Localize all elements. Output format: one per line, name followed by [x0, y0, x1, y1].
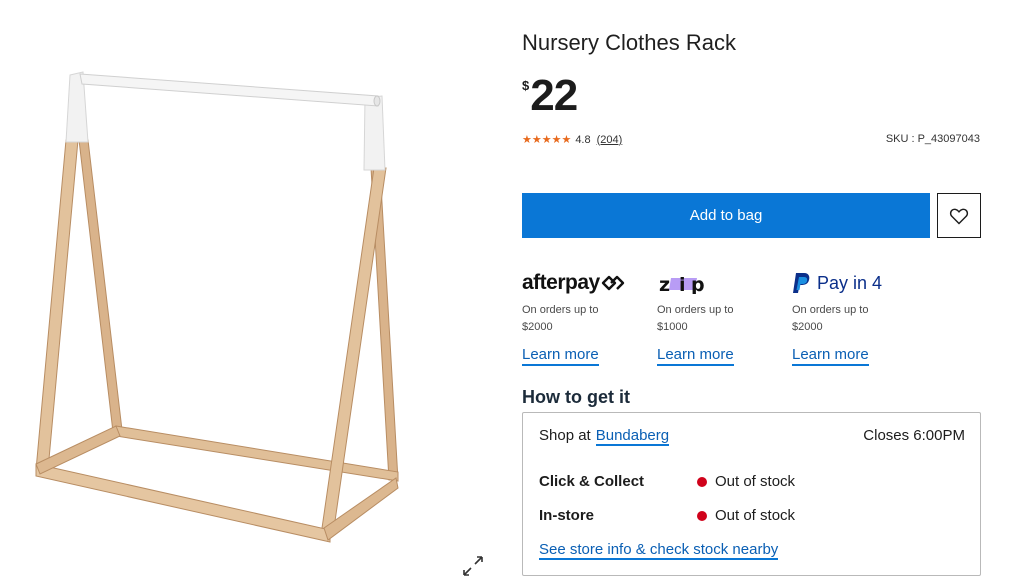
svg-text:p: p	[691, 274, 705, 294]
paypal-learn-more-link[interactable]: Learn more	[792, 346, 869, 366]
in-store-status: Out of stock	[697, 507, 795, 524]
shop-at-row: Shop at Bundaberg	[539, 427, 670, 446]
payment-afterpay: afterpay On orders up to $2000 Learn mor…	[522, 268, 662, 366]
expand-image-button[interactable]	[461, 554, 485, 578]
product-image	[35, 71, 399, 543]
svg-text:z: z	[659, 274, 670, 294]
zip-logo: z i p zip	[657, 268, 797, 298]
store-info-link[interactable]: See store info & check stock nearby	[539, 541, 779, 560]
expand-icon	[463, 556, 483, 576]
click-collect-status-text: Out of stock	[715, 473, 796, 490]
fulfilment-box: Shop at Bundaberg Closes 6:00PM Click & C…	[522, 412, 981, 576]
star-icon: ★★★★★	[522, 134, 572, 146]
svg-text:i: i	[679, 274, 686, 294]
heart-icon	[949, 208, 969, 225]
fulfilment-heading: How to get it	[522, 387, 630, 407]
price-amount: 22	[530, 71, 578, 120]
in-store-status-text: Out of stock	[715, 507, 796, 524]
paypal-icon	[793, 273, 810, 293]
store-closing-time: Closes 6:00PM	[863, 427, 965, 444]
add-to-bag-button[interactable]: Add to bag	[522, 193, 930, 238]
in-store-label: In-store	[539, 507, 595, 524]
zip-limit: On orders up to $1000	[657, 304, 734, 333]
price-currency: $	[522, 78, 530, 93]
out-of-stock-dot-icon	[697, 510, 707, 521]
afterpay-limit: On orders up to $2000	[522, 304, 599, 333]
payment-paypal: Pay in 4 On orders up to $2000 Learn mor…	[792, 268, 932, 366]
out-of-stock-dot-icon	[697, 476, 707, 487]
rating-score: 4.8	[575, 133, 591, 146]
zip-logo-mark-icon: z i p	[659, 274, 705, 294]
product-price: $ 22	[522, 71, 578, 120]
store-link[interactable]: Bundaberg	[595, 427, 670, 446]
product-title: Nursery Clothes Rack	[522, 30, 736, 55]
review-count-link[interactable]: (204)	[597, 134, 623, 146]
click-collect-status: Out of stock	[697, 473, 795, 490]
afterpay-logo: afterpay	[522, 268, 662, 298]
paypal-logo: Pay in 4	[792, 268, 932, 298]
paypal-limit: On orders up to $2000	[792, 304, 869, 333]
product-sku: SKU : P_43097043	[885, 133, 980, 145]
afterpay-arrows-icon	[601, 275, 624, 291]
product-rating: ★★★★★ 4.8 (204)	[522, 133, 623, 147]
click-collect-label: Click & Collect	[539, 473, 645, 490]
afterpay-learn-more-link[interactable]: Learn more	[522, 346, 599, 366]
wishlist-button[interactable]	[937, 193, 981, 238]
product-image-gallery	[0, 0, 500, 582]
zip-learn-more-link[interactable]: Learn more	[657, 346, 734, 366]
payment-zip: z i p zip On orders up to $1000 Learn mo…	[657, 268, 797, 366]
shop-at-label: Shop at	[539, 427, 591, 444]
